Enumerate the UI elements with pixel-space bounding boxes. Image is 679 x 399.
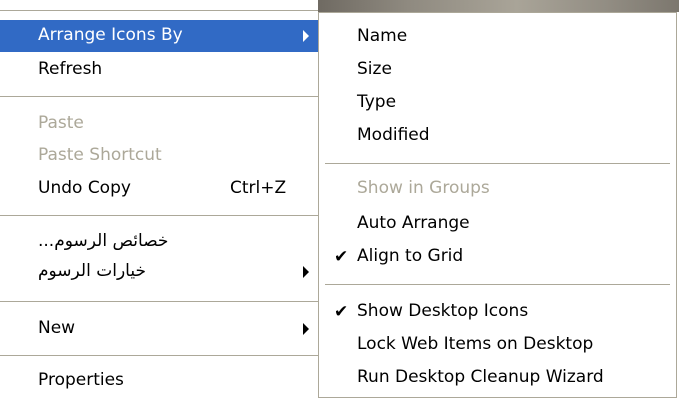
submenu-item-show-in-groups[interactable]: Show in Groups (319, 173, 676, 205)
menu-item-graphics-options[interactable]: خيارات الرسوم (0, 256, 318, 288)
submenu-separator (325, 284, 670, 286)
submenu-item-modified[interactable]: Modified (319, 120, 676, 152)
menu-item-label: New (38, 318, 76, 338)
submenu-item-show-desktop-icons[interactable]: ✔ Show Desktop Icons (319, 296, 676, 328)
menu-separator (0, 96, 318, 98)
submenu-separator (325, 163, 670, 165)
menu-separator (0, 301, 318, 303)
submenu-item-label: Align to Grid (357, 246, 464, 266)
menu-separator (0, 355, 318, 357)
menu-separator (0, 215, 318, 217)
submenu-item-label: Size (357, 59, 392, 79)
menu-item-label: Arrange Icons By (38, 25, 183, 45)
submenu-item-align-to-grid[interactable]: ✔ Align to Grid (319, 241, 676, 273)
menu-item-paste-shortcut[interactable]: Paste Shortcut (0, 140, 318, 172)
submenu-item-desktop-cleanup-wizard[interactable]: Run Desktop Cleanup Wizard (319, 362, 676, 394)
desktop-wallpaper (318, 0, 679, 12)
submenu-arrow-icon (303, 323, 309, 335)
menu-item-undo-copy[interactable]: Undo Copy Ctrl+Z (0, 173, 318, 205)
menu-item-label: Undo Copy (38, 178, 131, 198)
menu-item-label: Paste (38, 113, 84, 133)
menu-item-label: Refresh (38, 59, 103, 79)
menu-item-paste[interactable]: Paste (0, 108, 318, 140)
submenu-item-label: Type (357, 92, 397, 112)
submenu-item-label: Modified (357, 125, 430, 145)
submenu-arrow-icon (303, 30, 309, 42)
submenu-item-lock-web-items[interactable]: Lock Web Items on Desktop (319, 329, 676, 361)
arrange-icons-submenu: Name Size Type Modified Show in Groups A… (318, 12, 677, 398)
submenu-arrow-icon (303, 266, 309, 278)
menu-item-label: Properties (38, 370, 124, 390)
submenu-item-label: Show in Groups (357, 178, 490, 198)
submenu-item-label: Auto Arrange (357, 213, 470, 233)
menu-item-graphics-properties[interactable]: خصائص الرسوم... (0, 226, 318, 258)
menu-item-arrange-icons-by[interactable]: Arrange Icons By (0, 20, 318, 52)
submenu-item-type[interactable]: Type (319, 87, 676, 119)
submenu-item-auto-arrange[interactable]: Auto Arrange (319, 208, 676, 240)
submenu-item-name[interactable]: Name (319, 21, 676, 53)
menu-item-label: خيارات الرسوم (38, 261, 146, 281)
menu-item-label: Paste Shortcut (38, 145, 162, 165)
menu-item-properties[interactable]: Properties (0, 365, 318, 397)
menu-item-refresh[interactable]: Refresh (0, 54, 318, 86)
submenu-item-label: Show Desktop Icons (357, 301, 529, 321)
submenu-item-size[interactable]: Size (319, 54, 676, 86)
menu-item-label: خصائص الرسوم... (38, 231, 169, 251)
submenu-item-label: Lock Web Items on Desktop (357, 334, 594, 354)
menu-separator (0, 10, 318, 12)
submenu-item-label: Run Desktop Cleanup Wizard (357, 367, 604, 387)
checkmark-icon: ✔ (334, 302, 349, 322)
context-menu: Arrange Icons By Refresh Paste Paste Sho… (0, 0, 318, 399)
menu-item-new[interactable]: New (0, 313, 318, 345)
menu-item-shortcut: Ctrl+Z (230, 178, 287, 198)
desktop-context-menu-screen: Arrange Icons By Refresh Paste Paste Sho… (0, 0, 679, 399)
checkmark-icon: ✔ (334, 247, 349, 267)
submenu-item-label: Name (357, 26, 408, 46)
